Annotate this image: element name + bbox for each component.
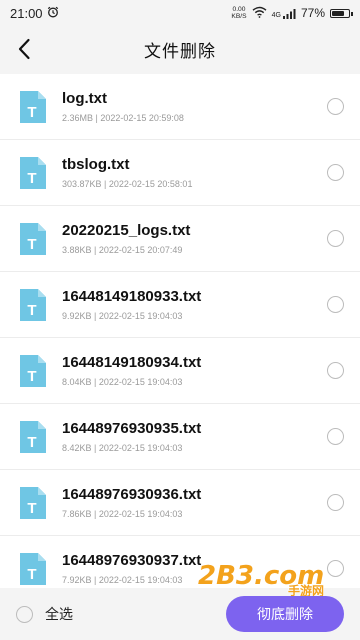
file-row[interactable]: T 16448976930937.txt 7.92KB | 2022-02-15 1… [0, 536, 360, 588]
text-file-icon: T [20, 222, 46, 255]
select-radio[interactable] [327, 98, 344, 115]
text-file-icon: T [20, 288, 46, 321]
file-row[interactable]: Ttbslog.txt 303.87KB | 2022-02-15 20:58:0… [0, 140, 360, 206]
select-radio[interactable] [327, 560, 344, 577]
file-meta: 16448149180934.txt 8.04KB | 2022-02-15 19… [62, 354, 317, 387]
file-row[interactable]: T 16448149180933.txt 9.92KB | 2022-02-15 1… [0, 272, 360, 338]
network-speed: 0.00 KB/S [231, 6, 247, 20]
select-all-radio[interactable] [16, 605, 33, 623]
text-file-icon: T [20, 354, 46, 387]
file-meta: 16448976930936.txt 7.86KB | 2022-02-15 19… [62, 486, 317, 519]
text-file-icon: T [20, 552, 46, 585]
file-meta: 16448976930937.txt 7.92KB | 2022-02-15 19… [62, 552, 317, 585]
select-radio[interactable] [327, 494, 344, 511]
file-info: 9.92KB | 2022-02-15 19:04:03 [62, 311, 183, 321]
file-name: 16448976930935.txt [62, 420, 202, 437]
battery-level [332, 10, 344, 16]
file-icon-letter: T [27, 302, 36, 319]
text-file-icon: T [20, 156, 46, 189]
file-info: 8.42KB | 2022-02-15 19:04:03 [62, 443, 183, 453]
file-info: 3.88KB | 2022-02-15 20:07:49 [62, 245, 183, 255]
file-icon-letter: T [27, 566, 36, 583]
battery-percent: 77% [300, 6, 325, 20]
alarm-icon [47, 6, 59, 21]
text-file-icon: T [20, 90, 46, 123]
file-info: 7.92KB | 2022-02-15 19:04:03 [62, 575, 183, 585]
file-info: 7.86KB | 2022-02-15 19:04:03 [62, 509, 183, 519]
file-list: Tlog.txt 2.36MB | 2022-02-15 20:59:08 Ttbs… [0, 74, 360, 588]
file-name: 16448149180933.txt [62, 288, 202, 305]
wifi-icon [252, 6, 267, 21]
page-title: 文件删除 [144, 41, 216, 61]
select-radio[interactable] [327, 296, 344, 313]
battery-icon [330, 8, 353, 18]
file-meta: 20220215_logs.txt 3.88KB | 2022-02-15 20:… [62, 222, 317, 255]
file-icon-letter: T [27, 104, 36, 121]
select-radio[interactable] [327, 164, 344, 181]
select-radio[interactable] [327, 428, 344, 445]
text-file-icon: T [20, 486, 46, 519]
file-row[interactable]: T 20220215_logs.txt 3.88KB | 2022-02-15 20… [0, 206, 360, 272]
delete-permanently-button[interactable]: 彻底删除 [226, 596, 344, 632]
back-button[interactable] [12, 36, 36, 62]
file-icon-letter: T [27, 368, 36, 385]
select-radio[interactable] [327, 362, 344, 379]
file-row[interactable]: T 16448976930936.txt 7.86KB | 2022-02-15 1… [0, 470, 360, 536]
file-name: 16448976930936.txt [62, 486, 202, 503]
file-icon-letter: T [27, 500, 36, 517]
file-row[interactable]: T 16448976930935.txt 8.42KB | 2022-02-15 1… [0, 404, 360, 470]
file-meta: tbslog.txt 303.87KB | 2022-02-15 20:58:01 [62, 156, 317, 189]
chevron-left-icon [18, 38, 30, 60]
file-name: log.txt [62, 90, 107, 107]
file-name: 20220215_logs.txt [62, 222, 191, 239]
file-name: 16448976930937.txt [62, 552, 202, 569]
file-meta: 16448976930935.txt 8.42KB | 2022-02-15 19… [62, 420, 317, 453]
file-name: 16448149180934.txt [62, 354, 202, 371]
file-icon-letter: T [27, 236, 36, 253]
bottom-bar: 全选 彻底删除 [0, 588, 360, 640]
file-info: 303.87KB | 2022-02-15 20:58:01 [62, 179, 193, 189]
file-icon-letter: T [27, 170, 36, 187]
text-file-icon: T [20, 420, 46, 453]
status-bar: 21:00 0.00 KB/S 4G 77% [0, 0, 360, 26]
select-radio[interactable] [327, 230, 344, 247]
file-meta: 16448149180933.txt 9.92KB | 2022-02-15 19… [62, 288, 317, 321]
app-header: 文件删除 [0, 26, 360, 72]
file-meta: log.txt 2.36MB | 2022-02-15 20:59:08 [62, 90, 317, 123]
signal-icon: 4G [272, 8, 296, 19]
file-info: 2.36MB | 2022-02-15 20:59:08 [62, 113, 184, 123]
clock: 21:00 [10, 5, 43, 21]
file-icon-letter: T [27, 434, 36, 451]
file-info: 8.04KB | 2022-02-15 19:04:03 [62, 377, 183, 387]
file-row[interactable]: Tlog.txt 2.36MB | 2022-02-15 20:59:08 [0, 74, 360, 140]
file-row[interactable]: T 16448149180934.txt 8.04KB | 2022-02-15 1… [0, 338, 360, 404]
select-all-label[interactable]: 全选 [45, 604, 73, 624]
file-name: tbslog.txt [62, 156, 130, 173]
